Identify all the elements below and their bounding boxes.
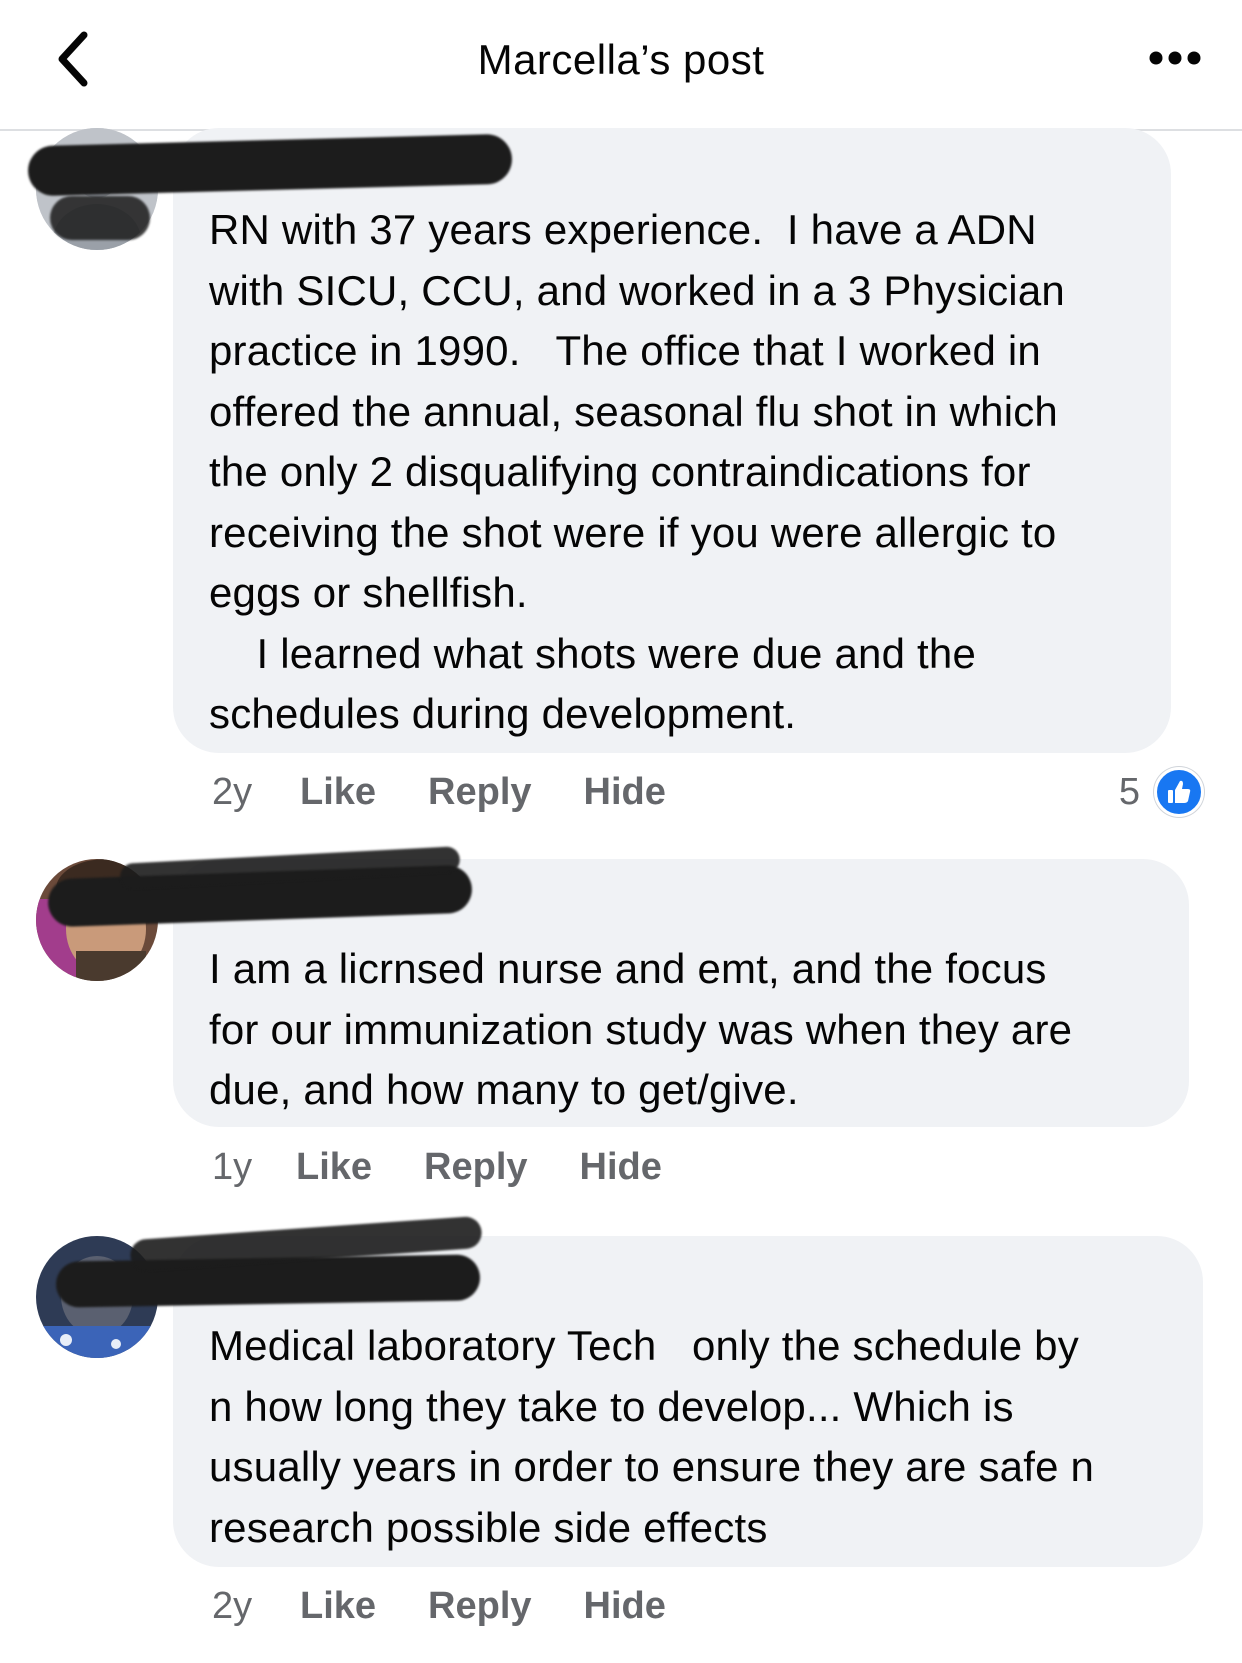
more-horizontal-icon [1149,51,1201,70]
comment-text: I am a licrnsed nurse and emt, and the f… [209,945,1073,1113]
reaction-count: 5 [1118,770,1140,813]
page-title: Marcella’s post [477,36,765,83]
comment-timestamp: 1y [212,1145,253,1188]
reaction-summary[interactable]: 5 [1119,767,1204,817]
comment-actions: 2y Like Reply Hide [212,767,718,817]
hide-button[interactable]: Hide [580,1146,662,1189]
comment-actions: 2y Like Reply Hide [212,1581,718,1631]
top-bar: Marcella’s post [0,0,1242,131]
more-options-button[interactable] [1138,44,1212,76]
reply-button[interactable]: Reply [428,1585,531,1628]
comment-timestamp: 2y [212,770,253,813]
like-button[interactable]: Like [300,771,376,814]
like-button[interactable]: Like [300,1585,376,1628]
comment-actions: 1y Like Reply Hide [212,1142,714,1192]
like-button[interactable]: Like [296,1146,372,1189]
redaction-bar [50,196,150,240]
hide-button[interactable]: Hide [584,1585,666,1628]
thumbs-up-icon [1154,767,1204,817]
comment-text: Medical laboratory Tech only the schedul… [209,1322,1095,1551]
comment-timestamp: 2y [212,1584,253,1627]
reply-button[interactable]: Reply [428,771,531,814]
comment-bubble[interactable]: RN with 37 years experience. I have a AD… [173,128,1171,753]
comment-text: RN with 37 years experience. I have a AD… [209,206,1065,737]
reply-button[interactable]: Reply [424,1146,527,1189]
hide-button[interactable]: Hide [584,771,666,814]
